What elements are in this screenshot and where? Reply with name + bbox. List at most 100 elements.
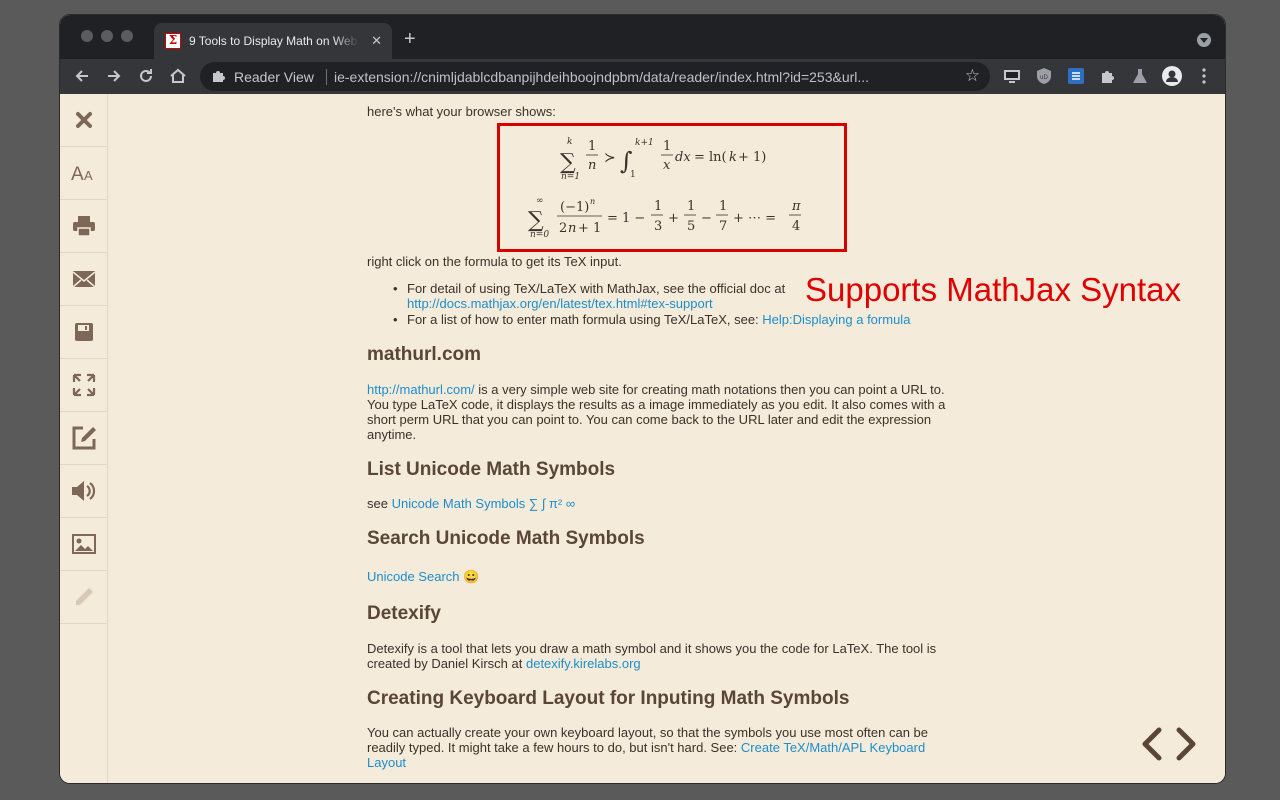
keyboard-layout-link-continued[interactable]: Layout: [367, 755, 406, 770]
sigma-favicon-icon: Σ: [165, 33, 181, 49]
intro-text: here's what your browser shows:: [367, 104, 556, 119]
heading-detexify: Detexify: [367, 603, 441, 624]
svg-text:x: x: [663, 158, 671, 173]
bullet-dot: •: [393, 312, 398, 327]
svg-text:7: 7: [719, 219, 727, 234]
heading-search-unicode: Search Unicode Math Symbols: [367, 528, 645, 549]
svg-text:π: π: [791, 199, 801, 214]
images-button[interactable]: [60, 518, 108, 571]
svg-text:1: 1: [654, 199, 662, 214]
reload-button[interactable]: [133, 63, 159, 89]
svg-text:k: k: [729, 150, 737, 165]
paragraph-line: Detexify is a tool that lets you draw a …: [367, 641, 937, 656]
speak-button[interactable]: [60, 465, 108, 518]
email-button[interactable]: [60, 253, 108, 306]
bullet-text: For detail of using TeX/LaTeX with MathJ…: [407, 281, 786, 296]
paragraph-line: short perm URL that you can point to. Yo…: [367, 412, 932, 427]
svg-text:≻: ≻: [604, 150, 616, 166]
home-button[interactable]: [165, 63, 191, 89]
math-formula-box[interactable]: ∑ k n=1 1 n ≻ ∫ k+1 1 1 x dx = ln( k + 1…: [497, 123, 847, 252]
keyboard-paragraph: You can actually create your own keyboar…: [367, 725, 957, 770]
url-text[interactable]: ie-extension://cnimljdablcdbanpijhdeihbo…: [334, 69, 934, 85]
see-text: see: [367, 496, 388, 511]
floppy-disk-icon: [75, 323, 93, 341]
fullscreen-button[interactable]: [60, 359, 108, 412]
svg-text:k+1: k+1: [635, 138, 654, 148]
mathurl-link[interactable]: http://mathurl.com/: [367, 382, 475, 397]
unicode-search-line: Unicode Search 😀: [367, 569, 479, 584]
font-size-button[interactable]: AA: [60, 147, 108, 200]
bullet-dot: •: [393, 281, 398, 296]
save-button[interactable]: [60, 306, 108, 359]
svg-text:5: 5: [687, 219, 695, 234]
tab-strip: Σ 9 Tools to Display Math on Web ✕ +: [60, 15, 1225, 59]
close-icon: [76, 112, 92, 128]
tab-active[interactable]: Σ 9 Tools to Display Math on Web ✕: [154, 23, 392, 59]
math-caption: right click on the formula to get its Te…: [367, 254, 622, 269]
zoom-window-dot[interactable]: [121, 30, 133, 42]
svg-text:n: n: [590, 197, 595, 206]
extensions-puzzle-icon[interactable]: [1099, 67, 1117, 85]
paragraph-line: anytime.: [367, 427, 417, 442]
unicode-search-link[interactable]: Unicode Search: [367, 569, 460, 584]
reader-view-label: Reader View: [234, 69, 314, 85]
edit-button[interactable]: [60, 412, 108, 465]
labs-flask-icon[interactable]: [1131, 67, 1149, 85]
screen-extension-icon[interactable]: [1003, 67, 1021, 85]
svg-text:1: 1: [588, 139, 596, 154]
mathjax-formula: ∑ k n=1 1 n ≻ ∫ k+1 1 1 x dx = ln( k + 1…: [528, 137, 801, 240]
close-reader-button[interactable]: [60, 94, 108, 147]
highlight-button[interactable]: [60, 571, 108, 624]
svg-text:1: 1: [630, 170, 636, 180]
reader-view-extension-icon[interactable]: [1067, 67, 1085, 85]
heading-list-unicode: List Unicode Math Symbols: [367, 459, 616, 480]
printer-icon: [73, 216, 95, 237]
close-window-dot[interactable]: [81, 30, 93, 42]
tab-close-icon[interactable]: ✕: [371, 32, 382, 50]
back-button[interactable]: [69, 63, 95, 89]
mathjax-doc-link[interactable]: http://docs.mathjax.org/en/latest/tex.ht…: [407, 296, 713, 311]
print-button[interactable]: [60, 200, 108, 253]
svg-text:1: 1: [719, 199, 727, 214]
previous-page-icon[interactable]: [1142, 727, 1162, 761]
bookmark-star-icon[interactable]: ☆: [965, 66, 980, 86]
puzzle-piece-icon: [213, 71, 225, 82]
svg-text:k: k: [567, 137, 572, 147]
arrow-left-icon: [75, 70, 88, 82]
svg-text:n=0: n=0: [530, 230, 549, 240]
forward-button[interactable]: [101, 63, 127, 89]
svg-text:+: +: [668, 211, 679, 226]
mathurl-paragraph: http://mathurl.com/ is a very simple web…: [367, 382, 957, 442]
browser-window: Σ 9 Tools to Display Math on Web ✕ + Rea…: [60, 15, 1225, 783]
svg-text:1: 1: [663, 139, 671, 154]
ublock-shield-icon[interactable]: uD: [1035, 67, 1053, 85]
unicode-symbols-link[interactable]: Unicode Math Symbols ∑ ∫ π² ∞: [392, 496, 576, 511]
detexify-link[interactable]: detexify.kirelabs.org: [526, 656, 641, 671]
tab-title: 9 Tools to Display Math on Web: [189, 34, 358, 48]
reader-sidebar: AA: [60, 94, 108, 783]
expand-arrows-icon: [72, 373, 96, 397]
heading-keyboard-layout: Creating Keyboard Layout for Inputing Ma…: [367, 688, 850, 709]
svg-text:n: n: [588, 158, 596, 173]
paragraph-line: You type LaTeX code, it displays the res…: [367, 397, 946, 412]
new-tab-button[interactable]: +: [404, 28, 416, 50]
svg-text:(−1): (−1): [560, 200, 589, 215]
bullet-help-formula: For a list of how to enter math formula …: [407, 312, 957, 327]
svg-text:∞: ∞: [536, 196, 544, 206]
help-formula-link[interactable]: Help:Displaying a formula: [762, 312, 910, 327]
detexify-paragraph: Detexify is a tool that lets you draw a …: [367, 641, 957, 671]
tab-search-icon[interactable]: [1197, 33, 1211, 47]
svg-text:+ 1): + 1): [738, 150, 766, 165]
svg-text:+ ⋯ =: + ⋯ =: [733, 211, 776, 226]
more-menu-icon[interactable]: [1195, 67, 1213, 85]
keyboard-layout-link[interactable]: Create TeX/Math/APL Keyboard: [741, 740, 925, 755]
minimize-window-dot[interactable]: [101, 30, 113, 42]
address-bar[interactable]: Reader View ie-extension://cnimljdablcdb…: [200, 62, 990, 91]
next-page-icon[interactable]: [1176, 727, 1196, 761]
unicode-see-line: see Unicode Math Symbols ∑ ∫ π² ∞: [367, 496, 575, 511]
reader-content: AA here's what your browser shows: ∑ k n…: [60, 94, 1225, 783]
profile-avatar-icon[interactable]: [1162, 66, 1182, 86]
arrow-right-icon: [108, 70, 121, 82]
mathjax-callout: Supports MathJax Syntax: [805, 271, 1182, 308]
page-navigation: [1142, 727, 1196, 761]
